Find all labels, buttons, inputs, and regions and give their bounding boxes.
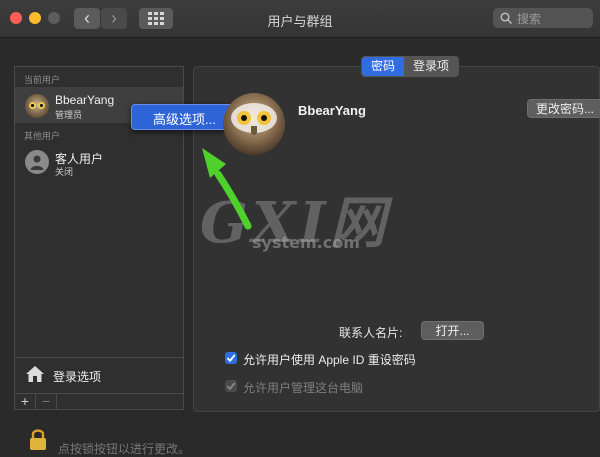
allow-admin-checkbox[interactable]	[225, 380, 237, 392]
user-item-guest[interactable]: 客人用户 关闭	[15, 144, 183, 180]
add-user-button[interactable]: +	[15, 394, 36, 410]
remove-user-button[interactable]: −	[36, 394, 57, 410]
open-contact-button[interactable]: 打开...	[421, 321, 484, 340]
advanced-options-menu-item[interactable]: 高级选项...	[153, 109, 216, 128]
person-icon	[30, 155, 44, 170]
avatar	[25, 94, 49, 118]
search-field[interactable]	[493, 8, 593, 29]
apple-id-reset-checkbox[interactable]	[225, 352, 237, 364]
login-options-label: 登录选项	[53, 370, 102, 384]
allow-admin-label: 允许用户管理这台电脑	[243, 381, 364, 395]
lock-icon[interactable]	[28, 428, 48, 450]
change-password-button[interactable]: 更改密码...	[527, 99, 600, 118]
add-remove-bar: + −	[15, 393, 183, 410]
checkmark-icon	[226, 382, 236, 391]
title-bar: ‹ › 用户与群组	[0, 0, 600, 38]
current-user-name: BbearYang	[55, 93, 115, 107]
apple-id-reset-label: 允许用户使用 Apple ID 重设密码	[243, 353, 416, 367]
pointer-arrow-icon	[202, 148, 252, 230]
search-input[interactable]	[515, 9, 591, 29]
current-user-role: 管理员	[55, 110, 83, 120]
watermark-domain: system.com	[252, 233, 360, 252]
other-users-header: 其他用户	[24, 131, 61, 141]
login-options-item[interactable]: 登录选项	[15, 357, 183, 392]
lock-hint-text: 点按锁按钮以进行更改。	[58, 442, 191, 456]
contact-card-label: 联系人名片:	[339, 326, 403, 340]
guest-user-status: 关闭	[55, 167, 74, 177]
user-full-name: BbearYang	[298, 103, 366, 118]
tab-login-items[interactable]: 登录项	[404, 57, 459, 76]
tab-password[interactable]: 密码	[362, 57, 405, 76]
guest-avatar	[25, 150, 49, 174]
tab-bar: 密码 登录项	[361, 56, 460, 77]
house-icon	[26, 366, 44, 382]
checkmark-icon	[226, 354, 236, 363]
search-icon	[500, 12, 512, 24]
current-users-header: 当前用户	[24, 75, 61, 85]
